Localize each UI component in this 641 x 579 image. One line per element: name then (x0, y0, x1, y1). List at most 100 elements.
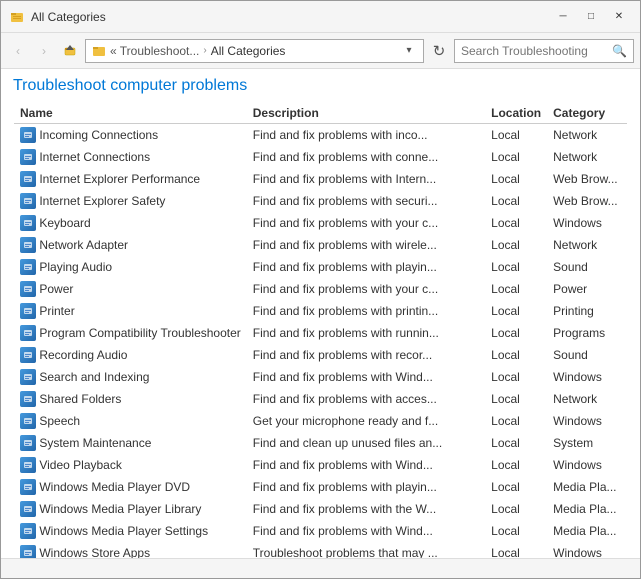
table-header: Name Description Location Category (14, 103, 627, 124)
cell-name: Speech (14, 410, 247, 432)
row-name-text: Shared Folders (39, 392, 121, 406)
content-area: Troubleshoot computer problems Name Desc… (1, 69, 640, 558)
table-row[interactable]: Program Compatibility Troubleshooter Fin… (14, 322, 627, 344)
col-description[interactable]: Description (247, 103, 485, 124)
table-row[interactable]: Playing Audio Find and fix problems with… (14, 256, 627, 278)
cell-location: Local (485, 322, 547, 344)
main-window: All Categories ─ □ ✕ ‹ › « Troubleshoot.… (0, 0, 641, 579)
cell-description: Find and fix problems with playin... (247, 476, 485, 498)
row-name-text: Windows Media Player Settings (39, 524, 208, 538)
window-controls: ─ □ ✕ (550, 7, 632, 27)
row-name-text: Windows Store Apps (39, 546, 150, 558)
table-row[interactable]: Internet Explorer Safety Find and fix pr… (14, 190, 627, 212)
search-input[interactable] (461, 44, 612, 58)
address-box[interactable]: « Troubleshoot... › All Categories ▾ (85, 39, 424, 63)
table-row[interactable]: Printer Find and fix problems with print… (14, 300, 627, 322)
refresh-button[interactable]: ↻ (428, 40, 450, 62)
up-button[interactable] (59, 40, 81, 62)
address-dropdown-icon[interactable]: ▾ (401, 45, 417, 56)
table-row[interactable]: Internet Connections Find and fix proble… (14, 146, 627, 168)
col-category[interactable]: Category (547, 103, 627, 124)
cell-category: Web Brow... (547, 190, 627, 212)
cell-location: Local (485, 498, 547, 520)
col-name[interactable]: Name (14, 103, 247, 124)
col-location[interactable]: Location (485, 103, 547, 124)
table-container[interactable]: Name Description Location Category (13, 103, 628, 558)
cell-name: Windows Media Player Library (14, 498, 247, 520)
table-row[interactable]: Video Playback Find and fix problems wit… (14, 454, 627, 476)
cell-description: Find and fix problems with securi... (247, 190, 485, 212)
cell-name: Incoming Connections (14, 124, 247, 147)
cell-name: Keyboard (14, 212, 247, 234)
forward-button[interactable]: › (33, 40, 55, 62)
cell-name: Windows Media Player Settings (14, 520, 247, 542)
cell-name: Shared Folders (14, 388, 247, 410)
search-box[interactable]: 🔍 (454, 39, 634, 63)
table-row[interactable]: Windows Media Player DVD Find and fix pr… (14, 476, 627, 498)
status-bar (1, 558, 640, 578)
row-icon (20, 215, 36, 231)
row-name-text: Power (39, 282, 73, 296)
maximize-button[interactable]: □ (578, 7, 604, 27)
cell-category: Windows (547, 212, 627, 234)
cell-description: Find and fix problems with the W... (247, 498, 485, 520)
cell-name: Power (14, 278, 247, 300)
cell-category: Network (547, 124, 627, 147)
cell-category: Web Brow... (547, 168, 627, 190)
cell-name: Recording Audio (14, 344, 247, 366)
table-row[interactable]: Incoming Connections Find and fix proble… (14, 124, 627, 147)
cell-category: Media Pla... (547, 520, 627, 542)
cell-category: Power (547, 278, 627, 300)
table-row[interactable]: Network Adapter Find and fix problems wi… (14, 234, 627, 256)
cell-category: Network (547, 234, 627, 256)
cell-location: Local (485, 234, 547, 256)
row-name-text: Windows Media Player DVD (39, 480, 190, 494)
cell-name: Playing Audio (14, 256, 247, 278)
cell-description: Find and fix problems with acces... (247, 388, 485, 410)
cell-name: Printer (14, 300, 247, 322)
cell-name: Internet Explorer Performance (14, 168, 247, 190)
table-row[interactable]: Keyboard Find and fix problems with your… (14, 212, 627, 234)
table-row[interactable]: Speech Get your microphone ready and f..… (14, 410, 627, 432)
table-row[interactable]: Recording Audio Find and fix problems wi… (14, 344, 627, 366)
minimize-button[interactable]: ─ (550, 7, 576, 27)
table-row[interactable]: Windows Media Player Library Find and fi… (14, 498, 627, 520)
cell-description: Find and fix problems with Wind... (247, 520, 485, 542)
cell-name: Windows Media Player DVD (14, 476, 247, 498)
cell-location: Local (485, 520, 547, 542)
row-name-text: Windows Media Player Library (39, 502, 201, 516)
row-icon (20, 413, 36, 429)
row-icon (20, 303, 36, 319)
cell-location: Local (485, 278, 547, 300)
row-icon (20, 127, 36, 143)
table-row[interactable]: Search and Indexing Find and fix problem… (14, 366, 627, 388)
row-name-text: Keyboard (39, 216, 90, 230)
cell-description: Find and fix problems with your c... (247, 278, 485, 300)
row-name-text: Playing Audio (39, 260, 112, 274)
page-title: Troubleshoot computer problems (13, 77, 628, 95)
cell-category: Network (547, 388, 627, 410)
cell-description: Find and fix problems with wirele... (247, 234, 485, 256)
cell-description: Find and fix problems with Wind... (247, 454, 485, 476)
table-row[interactable]: Windows Media Player Settings Find and f… (14, 520, 627, 542)
cell-category: Media Pla... (547, 498, 627, 520)
row-icon (20, 457, 36, 473)
row-name-text: Program Compatibility Troubleshooter (39, 326, 240, 340)
close-button[interactable]: ✕ (606, 7, 632, 27)
cell-name: Internet Connections (14, 146, 247, 168)
row-icon (20, 171, 36, 187)
table-row[interactable]: Internet Explorer Performance Find and f… (14, 168, 627, 190)
cell-name: Network Adapter (14, 234, 247, 256)
back-button[interactable]: ‹ (7, 40, 29, 62)
cell-name: Video Playback (14, 454, 247, 476)
cell-category: Sound (547, 256, 627, 278)
table-row[interactable]: Power Find and fix problems with your c.… (14, 278, 627, 300)
table-row[interactable]: Shared Folders Find and fix problems wit… (14, 388, 627, 410)
table-row[interactable]: System Maintenance Find and clean up unu… (14, 432, 627, 454)
row-icon (20, 391, 36, 407)
row-icon (20, 325, 36, 341)
cell-description: Find and fix problems with runnin... (247, 322, 485, 344)
window-icon (9, 9, 25, 25)
table-row[interactable]: Windows Store Apps Troubleshoot problems… (14, 542, 627, 558)
row-name-text: Speech (39, 414, 80, 428)
